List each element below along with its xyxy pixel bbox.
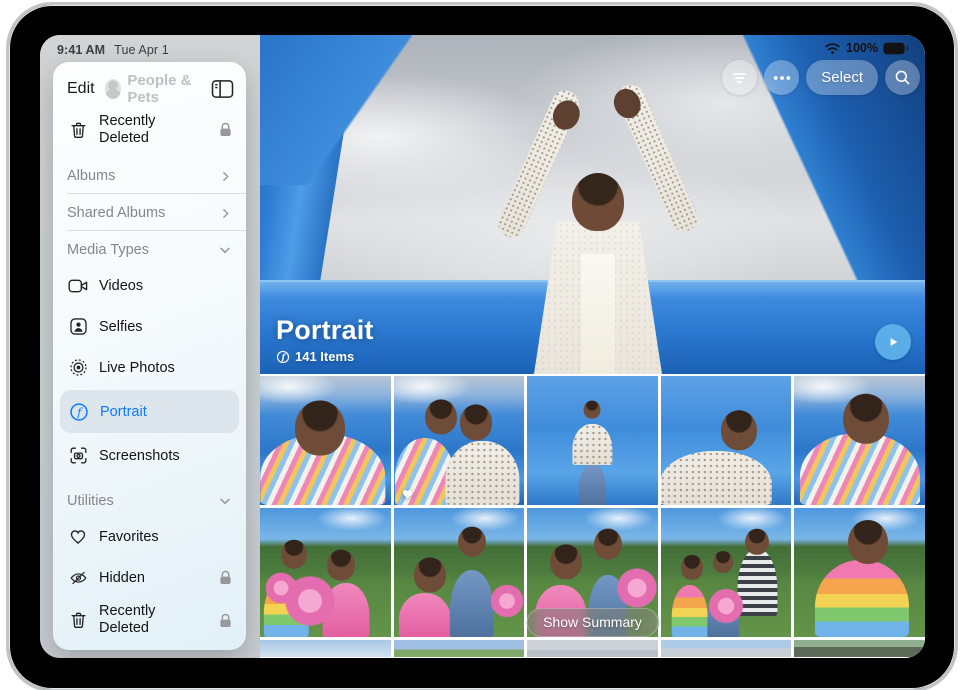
- search-icon: [894, 69, 911, 86]
- lock-icon: [219, 613, 232, 628]
- sidebar-item-videos[interactable]: Videos: [53, 265, 246, 306]
- sidebar: Edit People & Pets Recently: [53, 62, 246, 650]
- edit-button[interactable]: Edit: [67, 80, 95, 98]
- lock-icon: [219, 570, 232, 585]
- sidebar-item-duplicates[interactable]: Duplicates: [53, 642, 246, 650]
- filter-icon: [731, 71, 748, 85]
- sidebar-item-screenshots[interactable]: Screenshots: [53, 435, 246, 476]
- photos-app-screen: 9:41 AM Tue Apr 1 Edit People & Pets: [40, 35, 925, 658]
- filter-button[interactable]: [722, 60, 757, 95]
- divider: [67, 230, 246, 231]
- favorite-heart-icon: [401, 487, 414, 499]
- photo-thumbnail[interactable]: [661, 508, 792, 637]
- sidebar-item-people-and-pets: People & Pets: [105, 72, 211, 106]
- chevron-down-icon: [218, 243, 232, 257]
- sidebar-item-portrait[interactable]: f Portrait: [60, 390, 239, 433]
- album-caption: Portrait f 141 Items: [276, 315, 374, 364]
- sidebar-section-utilities[interactable]: Utilities: [53, 484, 246, 516]
- ellipsis-icon: [773, 75, 791, 81]
- live-photos-icon: [67, 357, 89, 379]
- sidebar-section-albums[interactable]: Albums: [53, 159, 246, 191]
- photo-thumbnail[interactable]: [260, 508, 391, 637]
- heart-icon: [67, 526, 89, 548]
- status-bar-left: 9:41 AM Tue Apr 1: [57, 43, 169, 57]
- photo-thumbnail[interactable]: [527, 376, 658, 505]
- left-pane-background: 9:41 AM Tue Apr 1 Edit People & Pets: [40, 35, 260, 658]
- photo-thumbnail[interactable]: [794, 508, 925, 637]
- status-time: 9:41 AM: [57, 43, 105, 57]
- portrait-icon: f: [276, 350, 290, 364]
- battery-percent: 100%: [846, 41, 878, 55]
- photo-thumbnail[interactable]: [661, 640, 792, 657]
- album-title: Portrait: [276, 315, 374, 346]
- search-button[interactable]: [885, 60, 920, 95]
- photo-thumbnail[interactable]: [260, 376, 391, 505]
- battery-icon: [883, 42, 909, 55]
- sidebar-item-hidden[interactable]: Hidden: [53, 557, 246, 598]
- sidebar-item-favorites[interactable]: Favorites: [53, 516, 246, 557]
- chevron-right-icon: [219, 170, 232, 183]
- album-view: Portrait f 141 Items 100%: [260, 35, 925, 658]
- photo-thumbnail[interactable]: [394, 640, 525, 657]
- sidebar-section-media-types[interactable]: Media Types: [53, 233, 246, 265]
- photo-thumbnail[interactable]: [661, 376, 792, 505]
- chevron-right-icon: [219, 207, 232, 220]
- trash-icon: [67, 119, 89, 141]
- hero-subject: [503, 53, 693, 374]
- photo-thumbnail[interactable]: [394, 376, 525, 505]
- status-date: Tue Apr 1: [114, 43, 169, 57]
- lock-icon: [219, 122, 232, 137]
- sidebar-item-recently-deleted-top[interactable]: Recently Deleted: [53, 108, 246, 151]
- play-icon: [885, 334, 901, 350]
- play-button[interactable]: [875, 324, 911, 360]
- photo-thumbnail[interactable]: [527, 640, 658, 657]
- photo-thumbnail[interactable]: [794, 376, 925, 505]
- status-bar-right: 100%: [824, 41, 909, 55]
- photo-thumbnail[interactable]: [394, 508, 525, 637]
- sidebar-header: Edit People & Pets: [53, 62, 246, 108]
- portrait-icon: f: [68, 401, 90, 423]
- photo-thumbnail[interactable]: [794, 640, 925, 657]
- person-avatar: [105, 79, 122, 99]
- photo-thumbnail[interactable]: [260, 640, 391, 657]
- show-summary-button[interactable]: Show Summary: [526, 608, 659, 637]
- screenshots-icon: [67, 445, 89, 467]
- album-item-count: f 141 Items: [276, 349, 374, 364]
- video-icon: [67, 275, 89, 297]
- sidebar-item-recently-deleted[interactable]: Recently Deleted: [53, 598, 246, 641]
- selfies-icon: [67, 316, 89, 338]
- divider: [67, 193, 246, 194]
- select-button[interactable]: Select: [806, 60, 878, 95]
- sidebar-item-live-photos[interactable]: Live Photos: [53, 347, 246, 388]
- wifi-icon: [824, 42, 841, 55]
- svg-text:f: f: [76, 406, 83, 419]
- ipad-device: 9:41 AM Tue Apr 1 Edit People & Pets: [0, 0, 960, 690]
- device-frame: 9:41 AM Tue Apr 1 Edit People & Pets: [6, 2, 958, 690]
- eye-slash-icon: [67, 567, 89, 589]
- sidebar-section-shared-albums[interactable]: Shared Albums: [53, 196, 246, 228]
- album-toolbar: Select: [722, 60, 920, 95]
- svg-text:f: f: [280, 351, 286, 361]
- chevron-down-icon: [218, 494, 232, 508]
- more-button[interactable]: [764, 60, 799, 95]
- sidebar-item-selfies[interactable]: Selfies: [53, 306, 246, 347]
- sidebar-toggle-icon[interactable]: [211, 79, 234, 99]
- trash-icon: [67, 609, 89, 631]
